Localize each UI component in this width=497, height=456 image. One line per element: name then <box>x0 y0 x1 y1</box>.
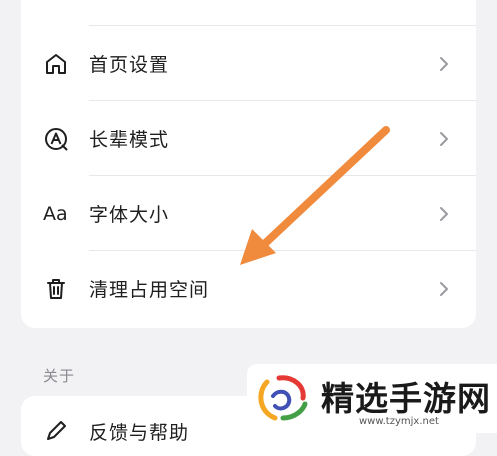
watermark-url: www.tzymjx.net <box>359 416 439 427</box>
settings-row-home[interactable]: 首页设置 <box>21 26 476 101</box>
font-size-icon: Aa <box>43 203 68 225</box>
settings-row-elder-mode[interactable]: 长辈模式 <box>21 101 476 176</box>
watermark: 精选手游网 www.tzymjx.net <box>247 364 497 433</box>
trash-icon <box>43 276 69 302</box>
elder-mode-icon <box>43 126 69 152</box>
settings-row-label: 字体大小 <box>89 204 170 226</box>
chevron-right-icon <box>437 55 451 73</box>
watermark-text: 精选手游网 <box>321 379 491 418</box>
chevron-right-icon <box>437 130 451 148</box>
watermark-logo-icon <box>258 375 308 421</box>
settings-card: 首页设置 长辈模式 Aa 字体大小 清理占用空间 <box>21 0 476 328</box>
settings-row-label: 首页设置 <box>89 54 170 76</box>
pen-icon <box>43 418 69 444</box>
settings-row-label: 清理占用空间 <box>89 279 210 301</box>
settings-row-font-size[interactable]: Aa 字体大小 <box>21 176 476 251</box>
settings-row-clear-storage[interactable]: 清理占用空间 <box>21 251 476 326</box>
chevron-right-icon <box>437 280 451 298</box>
settings-row-label: 反馈与帮助 <box>89 422 190 444</box>
section-title-about: 关于 <box>43 367 76 385</box>
settings-row-label: 长辈模式 <box>89 129 170 151</box>
home-icon <box>43 51 69 77</box>
settings-row-hidden[interactable] <box>21 0 476 26</box>
chevron-right-icon <box>437 205 451 223</box>
